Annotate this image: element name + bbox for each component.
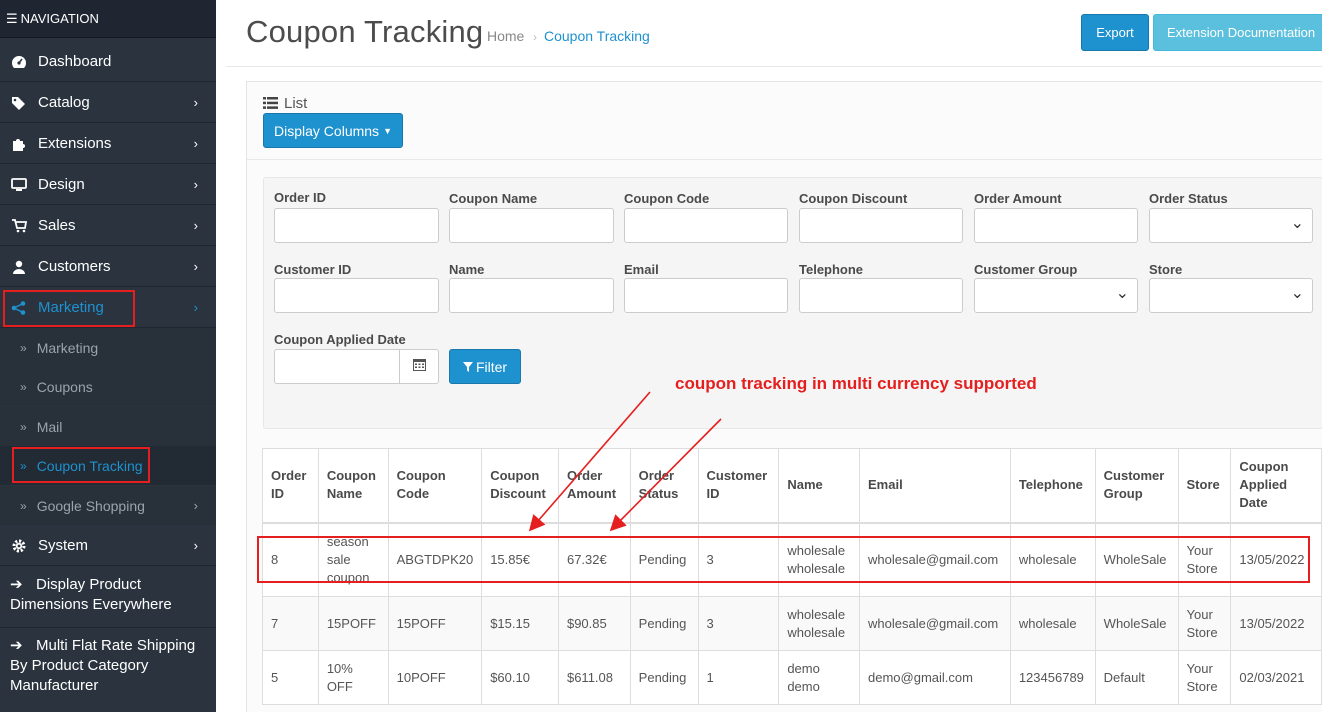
annotation-arrows <box>528 391 722 532</box>
annotation-arrow-amount <box>609 418 722 532</box>
